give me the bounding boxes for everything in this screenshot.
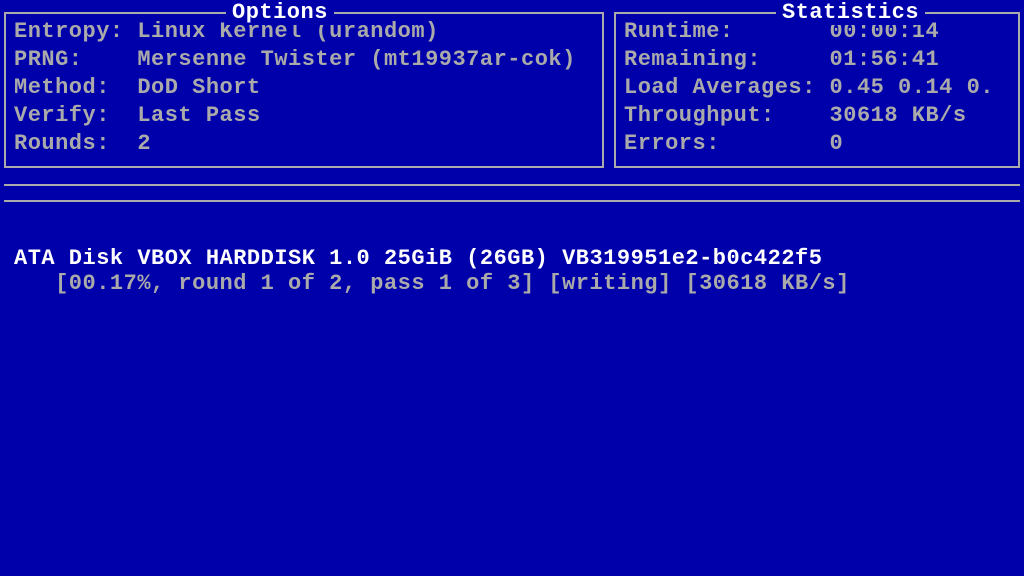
option-verify-label: Verify: <box>14 102 137 130</box>
options-panel-title: Options <box>226 0 334 25</box>
option-method-value: DoD Short <box>137 74 260 102</box>
option-method-label: Method: <box>14 74 137 102</box>
console-screen: Options Entropy: Linux Kernel (urandom) … <box>0 0 1024 576</box>
statistics-panel: Statistics Runtime: 00:00:14 Remaining: … <box>614 12 1020 168</box>
top-panel-row: Options Entropy: Linux Kernel (urandom) … <box>0 0 1024 168</box>
stat-remaining-value: 01:56:41 <box>830 46 940 74</box>
option-rounds-value: 2 <box>137 130 151 158</box>
stat-errors-label: Errors: <box>624 130 830 158</box>
stat-loadavg-value: 0.45 0.14 0. <box>830 74 994 102</box>
stat-loadavg-label: Load Averages: <box>624 74 830 102</box>
option-verify-value: Last Pass <box>137 102 260 130</box>
stat-throughput-row: Throughput: 30618 KB/s <box>624 102 1010 130</box>
options-panel: Options Entropy: Linux Kernel (urandom) … <box>4 12 604 168</box>
stat-loadavg-row: Load Averages: 0.45 0.14 0. <box>624 74 1010 102</box>
option-prng-value: Mersenne Twister (mt19937ar-cok) <box>137 46 575 74</box>
stat-remaining-row: Remaining: 01:56:41 <box>624 46 1010 74</box>
stat-remaining-label: Remaining: <box>624 46 830 74</box>
statistics-panel-title: Statistics <box>776 0 925 25</box>
disk-descriptor-line: ATA Disk VBOX HARDDISK 1.0 25GiB (26GB) … <box>14 246 1010 271</box>
option-method-row: Method: DoD Short <box>14 74 594 102</box>
option-prng-row: PRNG: Mersenne Twister (mt19937ar-cok) <box>14 46 594 74</box>
stat-throughput-label: Throughput: <box>624 102 830 130</box>
option-rounds-row: Rounds: 2 <box>14 130 594 158</box>
stat-errors-value: 0 <box>830 130 844 158</box>
option-prng-label: PRNG: <box>14 46 137 74</box>
wipe-progress-line: [00.17%, round 1 of 2, pass 1 of 3] [wri… <box>14 271 1010 296</box>
option-rounds-label: Rounds: <box>14 130 137 158</box>
option-entropy-label: Entropy: <box>14 18 137 46</box>
stat-errors-row: Errors: 0 <box>624 130 1010 158</box>
main-status-area: ATA Disk VBOX HARDDISK 1.0 25GiB (26GB) … <box>4 200 1020 562</box>
stat-throughput-value: 30618 KB/s <box>830 102 967 130</box>
horizontal-divider <box>4 184 1020 200</box>
option-verify-row: Verify: Last Pass <box>14 102 594 130</box>
